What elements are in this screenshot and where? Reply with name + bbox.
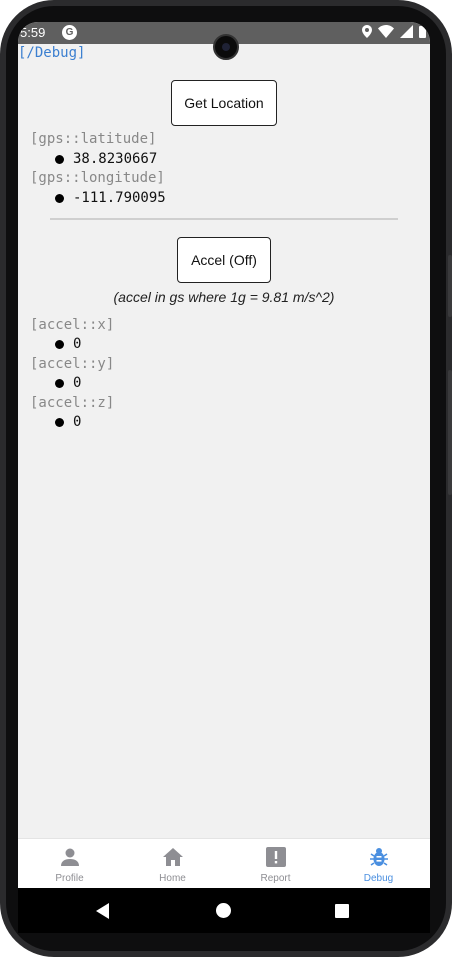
status-icons: [362, 25, 426, 38]
accel-toggle-button[interactable]: Accel (Off): [177, 237, 271, 283]
system-nav-bar: [18, 888, 430, 933]
get-location-button[interactable]: Get Location: [171, 80, 277, 126]
battery-icon: [419, 26, 426, 38]
g-badge-icon: G: [62, 25, 77, 40]
volume-button: [448, 370, 452, 495]
tab-profile-label: Profile: [55, 873, 84, 884]
bullet-icon: [55, 154, 64, 164]
back-icon[interactable]: [96, 903, 109, 919]
accel-units-note: (accel in gs where 1g = 9.81 m/s^2): [113, 289, 335, 305]
status-time: 5:59: [20, 25, 46, 40]
tab-debug-label: Debug: [363, 873, 394, 884]
tab-debug[interactable]: Debug: [327, 839, 430, 888]
recents-icon[interactable]: [335, 904, 349, 918]
route-label: [/Debug]: [18, 45, 86, 61]
home-icon: [162, 848, 183, 866]
accel-y-key: [accel::y]: [30, 356, 115, 372]
accel-z-value: 0: [73, 414, 82, 430]
gps-latitude-value: 38.8230667: [73, 151, 158, 167]
bullet-icon: [55, 417, 64, 427]
gps-longitude-value: -111.790095: [73, 190, 166, 206]
tab-home-label: Home: [159, 873, 186, 884]
power-button: [448, 255, 452, 317]
tab-home[interactable]: Home: [121, 839, 224, 888]
bullet-icon: [55, 193, 64, 203]
accel-z-item: 0: [55, 414, 81, 430]
gps-longitude-item: -111.790095: [55, 190, 166, 206]
bug-icon: [369, 848, 388, 866]
accel-y-value: 0: [73, 375, 82, 391]
report-icon: [265, 847, 286, 867]
wifi-icon: [378, 25, 394, 38]
person-icon: [60, 848, 79, 866]
accel-y-item: 0: [55, 375, 81, 391]
bottom-tab-bar: Profile Home Report Debug: [18, 838, 430, 888]
tab-report-label: Report: [260, 873, 291, 884]
accel-x-value: 0: [73, 336, 82, 352]
section-divider: [50, 218, 398, 220]
accel-x-key: [accel::x]: [30, 317, 115, 333]
tab-profile[interactable]: Profile: [18, 839, 121, 888]
camera-icon: [213, 34, 239, 60]
gps-latitude-key: [gps::latitude]: [30, 131, 157, 147]
bullet-icon: [55, 339, 64, 349]
tab-report[interactable]: Report: [224, 839, 327, 888]
accel-x-item: 0: [55, 336, 81, 352]
gps-latitude-item: 38.8230667: [55, 151, 157, 167]
gps-longitude-key: [gps::longitude]: [30, 170, 165, 186]
app-screen: 5:59 G [/Debug] Get Location [gps::latit…: [18, 22, 430, 888]
location-icon: [362, 25, 372, 38]
accel-z-key: [accel::z]: [30, 395, 115, 411]
home-circle-icon[interactable]: [216, 903, 231, 918]
bullet-icon: [55, 378, 64, 388]
signal-icon: [400, 25, 413, 38]
